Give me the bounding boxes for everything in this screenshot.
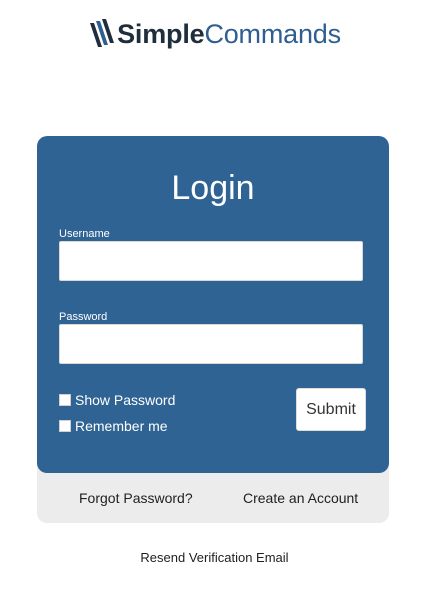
login-title: Login <box>171 169 255 207</box>
show-password-checkbox[interactable] <box>59 394 71 406</box>
create-account-link[interactable]: Create an Account <box>243 490 358 506</box>
logo-mark-icon <box>90 19 115 47</box>
username-input[interactable] <box>59 241 363 281</box>
submit-button[interactable]: Submit <box>296 388 366 431</box>
password-label: Password <box>59 311 108 323</box>
brand-name: SimpleCommands <box>117 17 341 51</box>
password-input[interactable] <box>59 324 363 364</box>
show-password-label: Show Password <box>75 392 176 408</box>
remember-me-option[interactable]: Remember me <box>59 418 168 434</box>
remember-me-checkbox[interactable] <box>59 420 71 432</box>
show-password-option[interactable]: Show Password <box>59 392 175 408</box>
remember-me-label: Remember me <box>75 418 168 434</box>
brand-name-light: Commands <box>204 19 341 49</box>
brand-logo: SimpleCommands <box>0 12 429 56</box>
brand-name-bold: Simple <box>117 19 205 49</box>
username-label: Username <box>59 228 110 240</box>
forgot-password-link[interactable]: Forgot Password? <box>79 490 193 506</box>
login-panel: Login Username Password Show Password Re… <box>37 136 389 473</box>
login-card: Login Username Password Show Password Re… <box>37 136 389 523</box>
resend-verification-link[interactable]: Resend Verification Email <box>0 550 429 565</box>
